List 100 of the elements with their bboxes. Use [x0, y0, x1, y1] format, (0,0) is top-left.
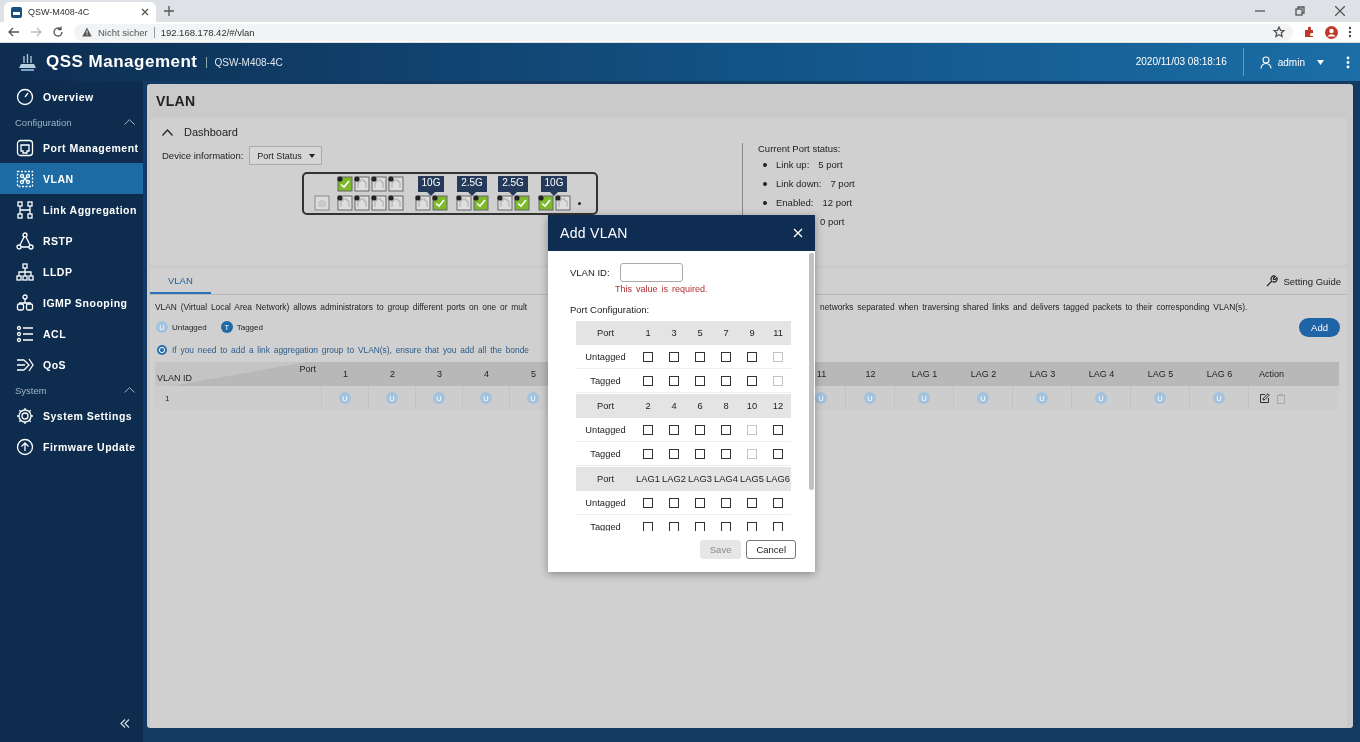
nav-section-header[interactable]: System: [0, 380, 143, 400]
checkbox[interactable]: [721, 497, 731, 508]
status-label: Link up:: [776, 159, 810, 170]
checkbox[interactable]: [747, 521, 757, 531]
nav-item[interactable]: Firmware Update: [0, 431, 143, 462]
column-header: 4: [661, 394, 687, 418]
legend-label: Tagged: [236, 322, 263, 332]
column-header: LAG5: [739, 467, 765, 491]
app-title: QSS Management: [46, 52, 198, 72]
caret-icon[interactable]: [1317, 59, 1324, 65]
nav-section-header[interactable]: Configuration: [0, 112, 143, 132]
column-header: Port: [576, 321, 635, 345]
dropdown[interactable]: Port Status: [249, 146, 323, 165]
nav-item[interactable]: QoS: [0, 349, 143, 380]
checkbox[interactable]: [773, 424, 783, 435]
user-menu[interactable]: admin: [1277, 56, 1305, 68]
nav-item[interactable]: IGMP Snooping: [0, 287, 143, 318]
column-header: 2: [369, 362, 416, 386]
status-label: Enabled:: [776, 197, 814, 208]
checkbox[interactable]: [695, 424, 705, 435]
column-header: 1: [322, 362, 369, 386]
checkbox[interactable]: [773, 448, 783, 459]
chevron-up-icon[interactable]: [162, 128, 173, 136]
cancel-button[interactable]: Cancel: [746, 540, 796, 559]
checkbox[interactable]: [773, 497, 783, 508]
puzzle-icon[interactable]: [1303, 26, 1315, 38]
add-button[interactable]: Add: [1299, 317, 1340, 337]
column-header: LAG 3: [1013, 362, 1072, 386]
collapse-sidebar-icon[interactable]: [120, 719, 130, 728]
row-label: Tagged: [576, 369, 635, 393]
checkbox[interactable]: [643, 521, 653, 531]
checkbox[interactable]: [721, 448, 731, 459]
column-header: LAG 4: [1072, 362, 1131, 386]
nav-item[interactable]: Link Aggregation: [0, 194, 143, 225]
scrollbar[interactable]: [809, 253, 814, 490]
link-group-icon: [16, 200, 34, 219]
checkbox[interactable]: [669, 375, 679, 386]
restore-icon[interactable]: [1295, 6, 1305, 16]
checkbox[interactable]: [643, 448, 653, 459]
column-header: 5: [687, 321, 713, 345]
checkbox[interactable]: [669, 448, 679, 459]
column-header: 7: [713, 321, 739, 345]
profile-icon[interactable]: [1325, 25, 1338, 39]
nav-item[interactable]: ACL: [0, 318, 143, 349]
checkbox[interactable]: [721, 375, 731, 386]
checkbox[interactable]: [773, 521, 783, 531]
tab[interactable]: VLAN: [150, 268, 211, 294]
row-label: Untagged: [576, 418, 635, 442]
checkbox[interactable]: [747, 497, 757, 508]
address-bar[interactable]: Nicht sicher 192.168.178.42/#/vlan: [74, 23, 1293, 41]
nav-item[interactable]: Overview: [0, 81, 143, 112]
legend-label: Untagged: [172, 322, 207, 332]
checkbox[interactable]: [643, 424, 653, 435]
setting-guide-link[interactable]: Setting Guide: [1266, 268, 1341, 294]
column-header: 3: [416, 362, 463, 386]
checkbox[interactable]: [695, 497, 705, 508]
status-value: 0 port: [820, 216, 845, 227]
checkbox[interactable]: [669, 351, 679, 362]
browser-tab[interactable]: QSW-M408-4C: [4, 2, 156, 22]
column-header: LAG 2: [954, 362, 1013, 386]
column-header: LAG6: [765, 467, 791, 491]
back-icon[interactable]: [8, 26, 20, 38]
star-icon[interactable]: [1273, 26, 1285, 38]
reload-icon[interactable]: [52, 26, 64, 38]
ethernet-port-icon: [16, 138, 34, 157]
nav-item[interactable]: RSTP: [0, 225, 143, 256]
checkbox[interactable]: [721, 351, 731, 362]
checkbox[interactable]: [695, 375, 705, 386]
checkbox[interactable]: [721, 424, 731, 435]
checkbox[interactable]: [669, 497, 679, 508]
checkbox[interactable]: [669, 424, 679, 435]
network-nodes-icon: [16, 169, 34, 188]
new-tab-icon[interactable]: [164, 6, 174, 16]
column-header: 1: [635, 321, 661, 345]
vlan-id-field[interactable]: [619, 263, 683, 282]
more-icon[interactable]: [1348, 26, 1352, 38]
checkbox[interactable]: [695, 521, 705, 531]
nav-item[interactable]: System Settings: [0, 400, 143, 431]
settings-icon: [16, 406, 34, 425]
checkbox[interactable]: [643, 375, 653, 386]
checkbox[interactable]: [747, 351, 757, 362]
column-header: Action: [1249, 362, 1339, 386]
status-title: Current Port status:: [758, 143, 841, 154]
checkbox[interactable]: [643, 351, 653, 362]
column-header: LAG 6: [1190, 362, 1249, 386]
more-icon[interactable]: [1346, 55, 1350, 69]
checkbox[interactable]: [747, 375, 757, 386]
status-label: Link down:: [776, 178, 822, 189]
close-icon[interactable]: [141, 8, 149, 16]
row-label: Untagged: [576, 345, 635, 369]
checkbox[interactable]: [669, 521, 679, 531]
edit-icon[interactable]: [1259, 392, 1270, 404]
nav-item[interactable]: VLAN: [0, 163, 143, 194]
checkbox[interactable]: [695, 448, 705, 459]
checkbox[interactable]: [643, 497, 653, 508]
checkbox[interactable]: [695, 351, 705, 362]
nav-item[interactable]: Port Management: [0, 132, 143, 163]
nav-item[interactable]: LLDP: [0, 256, 143, 287]
checkbox[interactable]: [721, 521, 731, 531]
switch-logo-icon: [18, 52, 37, 72]
